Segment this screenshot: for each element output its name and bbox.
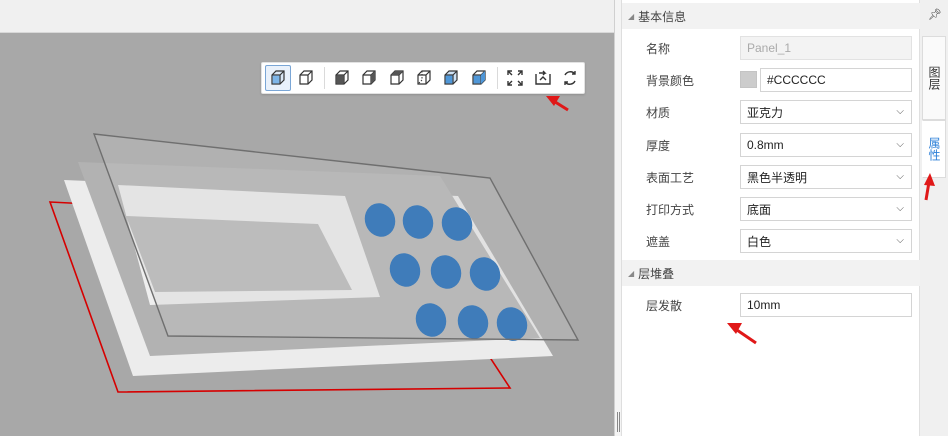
view-toolbar [261, 62, 585, 94]
view-top-icon[interactable] [438, 65, 464, 91]
view-left-icon[interactable] [383, 65, 409, 91]
prop-row-thickness: 厚度 0.8mm ⌵ [622, 133, 920, 157]
splitter[interactable] [614, 0, 622, 436]
collapse-triangle-icon: ◢ [628, 11, 635, 21]
thickness-value: 0.8mm [747, 138, 784, 152]
prop-row-material: 材质 亚克力 ⌵ [622, 100, 920, 124]
viewport-3d[interactable] [0, 0, 614, 436]
section-basic-info[interactable]: ◢ 基本信息 [622, 3, 920, 29]
prop-row-spread: 层发散 10mm [622, 293, 920, 317]
splitter-grip[interactable] [617, 412, 620, 432]
tab-properties-label: 属性 [927, 137, 941, 161]
bg-color-value: #CCCCCC [767, 73, 826, 87]
spread-input[interactable]: 10mm [740, 293, 912, 317]
tab-properties[interactable]: 属性 [922, 120, 946, 178]
chevron-down-icon: ⌵ [896, 171, 904, 182]
name-value: Panel_1 [747, 41, 792, 55]
toolbar-divider [496, 67, 498, 89]
tab-layers-label: 图层 [927, 66, 941, 90]
bg-color-label: 背景颜色 [646, 74, 695, 88]
material-value: 亚克力 [747, 105, 784, 120]
surface-select[interactable]: 黑色半透明 ⌵ [740, 165, 912, 189]
mask-value: 白色 [747, 234, 772, 249]
prop-row-bg-color: 背景颜色 #CCCCCC [622, 68, 920, 92]
name-label: 名称 [646, 42, 671, 56]
collapse-triangle-icon: ◢ [628, 268, 635, 278]
surface-label: 表面工艺 [646, 171, 695, 185]
view-back-icon[interactable] [356, 65, 382, 91]
tab-layers[interactable]: 图层 [922, 36, 946, 120]
name-field[interactable]: Panel_1 [740, 36, 912, 60]
pin-icon[interactable]: 📌︎ [928, 8, 942, 21]
thickness-select[interactable]: 0.8mm ⌵ [740, 133, 912, 157]
mask-label: 遮盖 [646, 235, 671, 249]
material-label: 材质 [646, 106, 671, 120]
spread-value: 10mm [747, 298, 781, 312]
toolbar-divider [323, 67, 325, 89]
layer-transparent-top [92, 133, 580, 341]
view-3d-iso-icon[interactable] [265, 65, 292, 91]
prop-row-name: 名称 Panel_1 [622, 36, 920, 60]
side-tab-strip: 📌︎ 图层 属性 [920, 0, 948, 436]
chevron-down-icon: ⌵ [896, 203, 904, 214]
chevron-down-icon: ⌵ [896, 235, 904, 246]
prop-row-mask: 遮盖 白色 ⌵ [622, 229, 920, 253]
view-bottom-icon[interactable] [466, 65, 492, 91]
print-select[interactable]: 底面 ⌵ [740, 197, 912, 221]
prop-row-surface: 表面工艺 黑色半透明 ⌵ [622, 165, 920, 189]
mask-select[interactable]: 白色 ⌵ [740, 229, 912, 253]
section-title: 层堆叠 [638, 266, 675, 281]
fit-view-icon[interactable] [502, 65, 528, 91]
view-right-icon[interactable] [411, 65, 437, 91]
section-layer-stack[interactable]: ◢ 层堆叠 [622, 260, 920, 286]
bg-color-field[interactable]: #CCCCCC [760, 68, 912, 92]
thickness-label: 厚度 [646, 139, 671, 153]
material-select[interactable]: 亚克力 ⌵ [740, 100, 912, 124]
refresh-icon[interactable] [557, 65, 583, 91]
color-swatch[interactable] [740, 71, 757, 88]
surface-value: 黑色半透明 [747, 170, 808, 185]
view-3d-wire-icon[interactable] [292, 65, 318, 91]
spread-label: 层发散 [646, 299, 683, 313]
print-label: 打印方式 [646, 203, 695, 217]
prop-row-print: 打印方式 底面 ⌵ [622, 197, 920, 221]
view-front-icon[interactable] [329, 65, 355, 91]
chevron-down-icon: ⌵ [896, 106, 904, 117]
chevron-down-icon: ⌵ [896, 139, 904, 150]
print-value: 底面 [747, 202, 772, 217]
export-icon[interactable] [529, 65, 555, 91]
property-panel: ◢ 基本信息 名称 Panel_1 背景颜色 #CCCCCC 材质 亚克力 ⌵ 厚… [622, 0, 920, 436]
section-title: 基本信息 [638, 9, 687, 24]
